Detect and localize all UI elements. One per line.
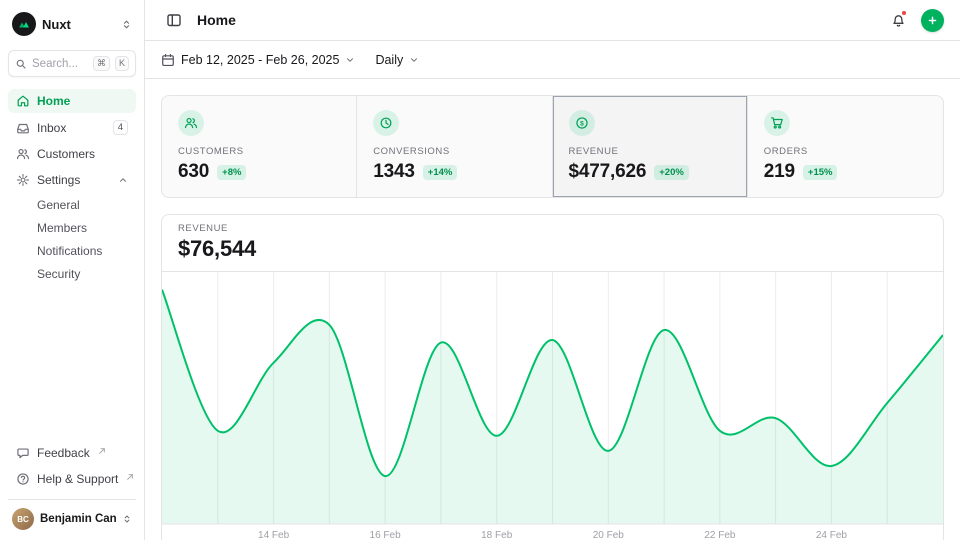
period-value: Daily xyxy=(375,53,403,67)
settings-children: General Members Notifications Security xyxy=(8,194,136,285)
sidebar-item-inbox[interactable]: Inbox 4 xyxy=(8,115,136,140)
chart-label: REVENUE xyxy=(178,223,927,234)
help-support-label: Help & Support xyxy=(37,472,118,486)
inbox-icon xyxy=(16,121,30,135)
sidebar-item-notifications[interactable]: Notifications xyxy=(8,240,136,262)
notifications-bell-button[interactable] xyxy=(885,7,911,33)
revenue-chart-card: REVENUE $76,544 14 Feb 16 Feb 18 Feb 20 Feb… xyxy=(161,214,944,540)
main-area: Home Feb 12, 2025 - Feb 26, 2025 xyxy=(145,0,960,540)
stat-delta-badge: +14% xyxy=(423,165,458,180)
sidebar-toggle-button[interactable] xyxy=(161,7,187,33)
filters-toolbar: Feb 12, 2025 - Feb 26, 2025 Daily xyxy=(145,41,960,79)
svg-text:$: $ xyxy=(580,120,584,127)
team-switcher[interactable]: Nuxt xyxy=(8,8,136,40)
stat-card-conversions[interactable]: CONVERSIONS 1343 +14% xyxy=(357,96,552,197)
sidebar-item-label: Customers xyxy=(37,147,128,161)
revenue-chart-body[interactable]: 14 Feb 16 Feb 18 Feb 20 Feb 22 Feb 24 Feb xyxy=(162,272,943,540)
stat-value: $477,626 xyxy=(569,161,647,183)
search-input[interactable]: Search... ⌘ K xyxy=(8,50,136,77)
stat-card-customers[interactable]: CUSTOMERS 630 +8% xyxy=(162,96,357,197)
chevron-down-icon xyxy=(345,55,355,65)
dashboard-content: CUSTOMERS 630 +8% CONVERSIONS 1343 +14% xyxy=(145,79,960,540)
cart-icon xyxy=(764,110,790,136)
date-range-picker[interactable]: Feb 12, 2025 - Feb 26, 2025 xyxy=(161,53,355,67)
sidebar-item-home[interactable]: Home xyxy=(8,89,136,113)
stat-card-orders[interactable]: ORDERS 219 +15% xyxy=(748,96,943,197)
chevron-down-icon xyxy=(409,55,419,65)
gear-icon xyxy=(16,173,30,187)
chevrons-up-down-icon xyxy=(122,514,132,524)
svg-text:14 Feb: 14 Feb xyxy=(258,530,290,540)
sidebar-item-label: Settings xyxy=(37,173,111,187)
sidebar-item-settings[interactable]: Settings xyxy=(8,168,136,192)
svg-text:22 Feb: 22 Feb xyxy=(704,530,736,540)
chart-value: $76,544 xyxy=(178,236,927,262)
user-menu[interactable]: BC Benjamin Canac xyxy=(8,499,136,532)
sidebar-item-general[interactable]: General xyxy=(8,194,136,216)
chevron-up-icon xyxy=(118,175,128,185)
inbox-count-badge: 4 xyxy=(113,120,128,135)
stat-delta-badge: +15% xyxy=(803,165,838,180)
stat-label: CONVERSIONS xyxy=(373,146,535,157)
stat-label: CUSTOMERS xyxy=(178,146,340,157)
external-link-icon xyxy=(98,447,106,455)
top-header: Home xyxy=(145,0,960,41)
sidebar-item-members[interactable]: Members xyxy=(8,217,136,239)
feedback-label: Feedback xyxy=(37,446,90,460)
avatar: BC xyxy=(12,508,34,530)
nuxt-logo-icon xyxy=(12,12,36,36)
add-button[interactable] xyxy=(921,9,944,32)
message-bubble-icon xyxy=(16,446,30,460)
sidebar-footer: Feedback Help & Support BC Benjamin Cana… xyxy=(8,441,136,532)
kbd-k: K xyxy=(115,56,129,71)
revenue-chart-svg: 14 Feb 16 Feb 18 Feb 20 Feb 22 Feb 24 Feb xyxy=(162,272,943,540)
feedback-link[interactable]: Feedback xyxy=(8,441,136,465)
help-circle-icon xyxy=(16,472,30,486)
sidebar-item-label: Inbox xyxy=(37,121,106,135)
svg-text:24 Feb: 24 Feb xyxy=(816,530,848,540)
stats-row: CUSTOMERS 630 +8% CONVERSIONS 1343 +14% xyxy=(161,95,944,198)
revenue-chart-header: REVENUE $76,544 xyxy=(162,215,943,272)
stat-delta-badge: +8% xyxy=(217,165,246,180)
stat-label: REVENUE xyxy=(569,146,731,157)
clock-icon xyxy=(373,110,399,136)
sidebar: Nuxt Search... ⌘ K Home xyxy=(0,0,145,540)
sidebar-nav: Home Inbox 4 Customers Settings xyxy=(8,89,136,285)
sidebar-item-label: Home xyxy=(37,94,128,108)
search-placeholder: Search... xyxy=(32,58,88,70)
date-range-value: Feb 12, 2025 - Feb 26, 2025 xyxy=(181,53,339,67)
period-select[interactable]: Daily xyxy=(375,53,419,67)
stat-value: 1343 xyxy=(373,161,415,183)
page-title: Home xyxy=(197,12,236,28)
calendar-icon xyxy=(161,53,175,67)
external-link-icon xyxy=(126,473,134,481)
sidebar-item-security[interactable]: Security xyxy=(8,263,136,285)
user-name: Benjamin Canac xyxy=(40,513,116,525)
app-window: Nuxt Search... ⌘ K Home xyxy=(0,0,960,540)
svg-text:20 Feb: 20 Feb xyxy=(593,530,625,540)
home-icon xyxy=(16,94,30,108)
svg-text:16 Feb: 16 Feb xyxy=(370,530,402,540)
users-icon xyxy=(16,147,30,161)
stat-card-revenue[interactable]: $ REVENUE $477,626 +20% xyxy=(553,96,748,197)
users-icon xyxy=(178,110,204,136)
kbd-cmd: ⌘ xyxy=(93,56,110,71)
svg-text:18 Feb: 18 Feb xyxy=(481,530,513,540)
dollar-circle-icon: $ xyxy=(569,110,595,136)
stat-delta-badge: +20% xyxy=(654,165,689,180)
stat-value: 219 xyxy=(764,161,795,183)
team-name: Nuxt xyxy=(42,17,115,32)
search-icon xyxy=(15,58,27,70)
sidebar-item-customers[interactable]: Customers xyxy=(8,142,136,166)
stat-label: ORDERS xyxy=(764,146,927,157)
chevrons-up-down-icon xyxy=(121,19,132,30)
help-support-link[interactable]: Help & Support xyxy=(8,467,136,491)
stat-value: 630 xyxy=(178,161,209,183)
notification-dot xyxy=(901,10,907,16)
